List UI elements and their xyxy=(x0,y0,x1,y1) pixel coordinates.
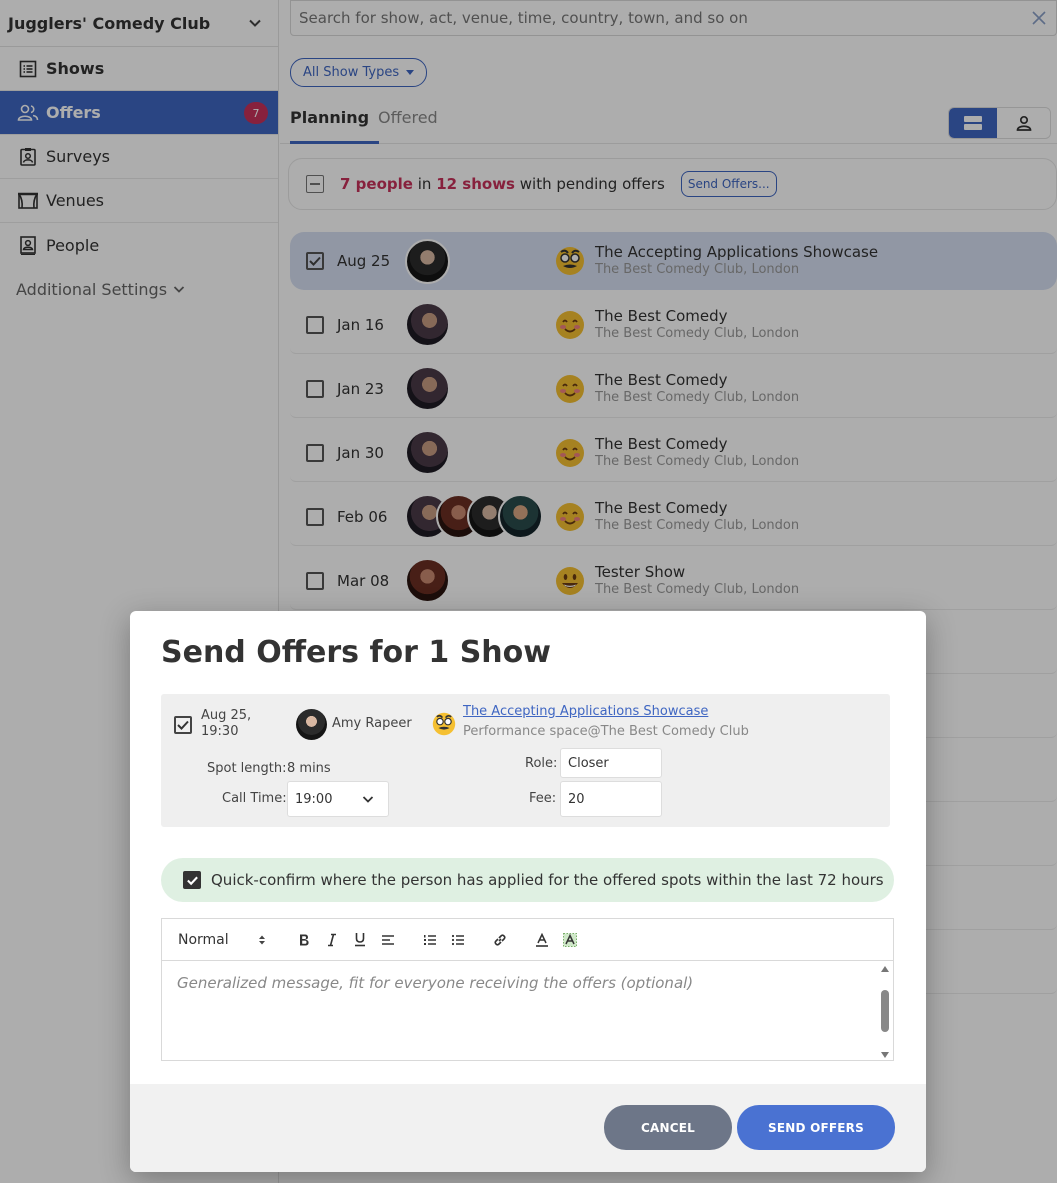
offer-date: Aug 25, xyxy=(201,708,252,723)
show-link[interactable]: The Accepting Applications Showcase xyxy=(463,704,708,719)
offer-datetime: Aug 25, 19:30 xyxy=(201,708,261,740)
send-offers-submit-button[interactable]: SEND OFFERS xyxy=(737,1105,895,1150)
fee-label: Fee: xyxy=(529,791,557,806)
format-value: Normal xyxy=(178,931,229,948)
bold-button[interactable] xyxy=(290,929,318,951)
send-offers-dialog: Send Offers for 1 Show Aug 25, 19:30 Amy… xyxy=(130,611,926,1172)
text-color-button[interactable] xyxy=(528,929,556,951)
dialog-footer: CANCEL SEND OFFERS xyxy=(130,1084,926,1172)
ordered-list-icon xyxy=(424,934,436,945)
offer-time: 19:30 xyxy=(201,724,239,739)
underline-button[interactable] xyxy=(346,929,374,951)
editor-scrollbar[interactable] xyxy=(879,966,891,1058)
italic-icon xyxy=(328,933,336,946)
spot-length-label: Spot length: xyxy=(207,761,287,776)
align-button[interactable] xyxy=(374,929,402,951)
scroll-up-icon[interactable] xyxy=(881,966,889,972)
offer-checkbox[interactable] xyxy=(174,716,192,734)
updown-icon xyxy=(259,935,265,944)
scroll-down-icon[interactable] xyxy=(881,1052,889,1058)
quick-confirm-label: Quick-confirm where the person has appli… xyxy=(211,871,884,889)
align-left-icon xyxy=(382,934,394,945)
text-color-icon xyxy=(536,932,548,947)
disguise-face-icon xyxy=(432,712,456,736)
cancel-button[interactable]: CANCEL xyxy=(604,1105,732,1150)
scroll-thumb[interactable] xyxy=(881,990,889,1032)
call-time-select[interactable]: 19:00 xyxy=(287,781,389,817)
underline-icon xyxy=(355,933,365,947)
bullet-list-button[interactable] xyxy=(444,929,472,951)
quick-confirm-checkbox[interactable] xyxy=(183,871,201,889)
editor-toolbar: Normal xyxy=(162,919,893,961)
ordered-list-button[interactable] xyxy=(416,929,444,951)
bullet-list-icon xyxy=(451,934,464,945)
format-select[interactable]: Normal xyxy=(178,932,266,948)
chevron-down-icon xyxy=(362,796,374,803)
role-input[interactable]: Closer xyxy=(560,748,662,778)
call-time-value: 19:00 xyxy=(295,791,333,807)
message-editor: Normal Generalized message, fit for ever… xyxy=(161,918,894,1061)
bold-icon xyxy=(300,934,309,945)
offer-card: Aug 25, 19:30 Amy Rapeer The Accepting A… xyxy=(161,694,890,827)
offer-person-name: Amy Rapeer xyxy=(332,716,412,731)
highlight-icon xyxy=(563,932,577,947)
highlight-button[interactable] xyxy=(556,929,584,951)
avatar xyxy=(296,709,327,740)
spot-length-value: 8 mins xyxy=(287,761,331,776)
role-label: Role: xyxy=(525,756,558,771)
link-button[interactable] xyxy=(486,929,514,951)
dialog-title: Send Offers for 1 Show xyxy=(161,635,551,670)
italic-button[interactable] xyxy=(318,929,346,951)
quick-confirm-option[interactable]: Quick-confirm where the person has appli… xyxy=(161,858,894,902)
fee-input[interactable]: 20 xyxy=(560,781,662,817)
offer-venue: Performance space@The Best Comedy Club xyxy=(463,724,749,739)
link-icon xyxy=(494,933,506,946)
message-input[interactable]: Generalized message, fit for everyone re… xyxy=(177,974,693,992)
call-time-label: Call Time: xyxy=(222,791,287,806)
